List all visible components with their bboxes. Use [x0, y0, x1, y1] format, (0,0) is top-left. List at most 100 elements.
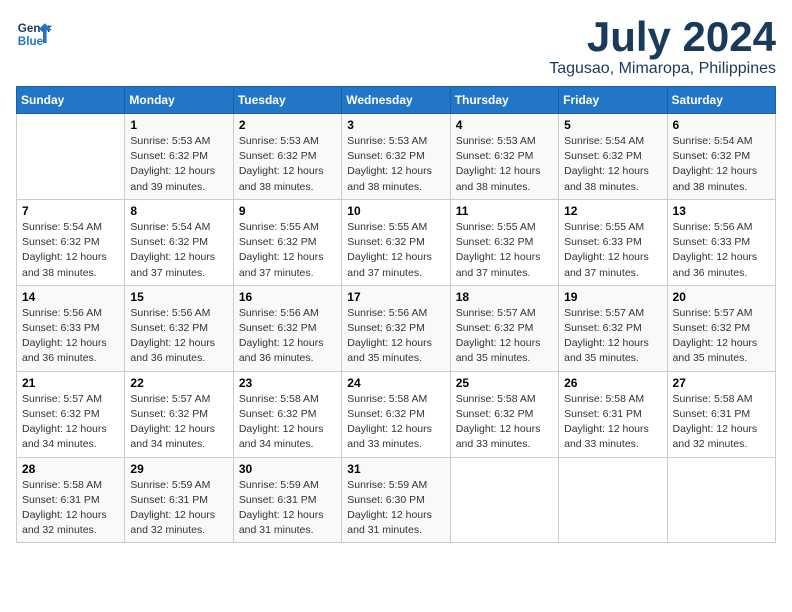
week-row-3: 14Sunrise: 5:56 AM Sunset: 6:33 PM Dayli… [17, 285, 776, 371]
calendar-cell: 9 Sunrise: 5:55 AM Sunset: 6:32 PM Daylig… [233, 199, 341, 285]
day-info: Sunrise: 5:55 AM Sunset: 6:32 PM Dayligh… [239, 220, 336, 281]
calendar-cell: 19Sunrise: 5:57 AM Sunset: 6:32 PM Dayli… [559, 285, 667, 371]
calendar-cell: 2 Sunrise: 5:53 AM Sunset: 6:32 PM Daylig… [233, 114, 341, 200]
day-number: 29 [130, 462, 227, 476]
day-number: 27 [673, 376, 770, 390]
day-number: 17 [347, 290, 444, 304]
day-info: Sunrise: 5:54 AM Sunset: 6:32 PM Dayligh… [673, 134, 770, 195]
header-wednesday: Wednesday [342, 87, 450, 114]
header-saturday: Saturday [667, 87, 775, 114]
calendar-cell: 30 Sunrise: 5:59 AM Sunset: 6:31 PM Dayli… [233, 457, 341, 543]
calendar-cell: 4Sunrise: 5:53 AM Sunset: 6:32 PM Daylig… [450, 114, 558, 200]
day-number: 8 [130, 204, 227, 218]
page-header: General Blue July 2024 Tagusao, Mimaropa… [16, 16, 776, 78]
header-tuesday: Tuesday [233, 87, 341, 114]
calendar-cell: 31 Sunrise: 5:59 AM Sunset: 6:30 PM Dayli… [342, 457, 450, 543]
calendar-cell [17, 114, 125, 200]
calendar-cell: 29 Sunrise: 5:59 AM Sunset: 6:31 PM Dayli… [125, 457, 233, 543]
day-number: 12 [564, 204, 661, 218]
day-number: 3 [347, 118, 444, 132]
calendar-cell: 18 Sunrise: 5:57 AM Sunset: 6:32 PM Dayli… [450, 285, 558, 371]
calendar-cell: 20Sunrise: 5:57 AM Sunset: 6:32 PM Dayli… [667, 285, 775, 371]
day-info: Sunrise: 5:58 AM Sunset: 6:31 PM Dayligh… [673, 392, 770, 453]
day-info: Sunrise: 5:53 AM Sunset: 6:32 PM Dayligh… [347, 134, 444, 195]
header-friday: Friday [559, 87, 667, 114]
calendar-cell: 15 Sunrise: 5:56 AM Sunset: 6:32 PM Dayli… [125, 285, 233, 371]
day-number: 19 [564, 290, 661, 304]
day-number: 31 [347, 462, 444, 476]
calendar-cell: 23Sunrise: 5:58 AM Sunset: 6:32 PM Dayli… [233, 371, 341, 457]
calendar-cell: 8 Sunrise: 5:54 AM Sunset: 6:32 PM Daylig… [125, 199, 233, 285]
calendar-cell: 22Sunrise: 5:57 AM Sunset: 6:32 PM Dayli… [125, 371, 233, 457]
header-monday: Monday [125, 87, 233, 114]
calendar-header-row: SundayMondayTuesdayWednesdayThursdayFrid… [17, 87, 776, 114]
calendar-cell: 17 Sunrise: 5:56 AM Sunset: 6:32 PM Dayli… [342, 285, 450, 371]
day-info: Sunrise: 5:54 AM Sunset: 6:32 PM Dayligh… [130, 220, 227, 281]
calendar-cell: 7 Sunrise: 5:54 AM Sunset: 6:32 PM Daylig… [17, 199, 125, 285]
calendar-cell: 25Sunrise: 5:58 AM Sunset: 6:32 PM Dayli… [450, 371, 558, 457]
calendar-cell: 3 Sunrise: 5:53 AM Sunset: 6:32 PM Daylig… [342, 114, 450, 200]
day-info: Sunrise: 5:56 AM Sunset: 6:32 PM Dayligh… [130, 306, 227, 367]
day-info: Sunrise: 5:55 AM Sunset: 6:32 PM Dayligh… [456, 220, 553, 281]
day-info: Sunrise: 5:54 AM Sunset: 6:32 PM Dayligh… [22, 220, 119, 281]
day-info: Sunrise: 5:56 AM Sunset: 6:32 PM Dayligh… [347, 306, 444, 367]
day-info: Sunrise: 5:58 AM Sunset: 6:31 PM Dayligh… [22, 478, 119, 539]
day-info: Sunrise: 5:57 AM Sunset: 6:32 PM Dayligh… [22, 392, 119, 453]
day-info: Sunrise: 5:56 AM Sunset: 6:32 PM Dayligh… [239, 306, 336, 367]
calendar-cell: 13Sunrise: 5:56 AM Sunset: 6:33 PM Dayli… [667, 199, 775, 285]
day-number: 1 [130, 118, 227, 132]
svg-text:Blue: Blue [18, 35, 44, 48]
day-number: 25 [456, 376, 553, 390]
calendar-cell: 26Sunrise: 5:58 AM Sunset: 6:31 PM Dayli… [559, 371, 667, 457]
day-info: Sunrise: 5:54 AM Sunset: 6:32 PM Dayligh… [564, 134, 661, 195]
day-info: Sunrise: 5:53 AM Sunset: 6:32 PM Dayligh… [130, 134, 227, 195]
month-title: July 2024 [549, 16, 776, 58]
week-row-1: 1 Sunrise: 5:53 AM Sunset: 6:32 PM Daylig… [17, 114, 776, 200]
day-info: Sunrise: 5:59 AM Sunset: 6:31 PM Dayligh… [130, 478, 227, 539]
day-info: Sunrise: 5:55 AM Sunset: 6:32 PM Dayligh… [347, 220, 444, 281]
calendar-cell: 28Sunrise: 5:58 AM Sunset: 6:31 PM Dayli… [17, 457, 125, 543]
calendar-cell: 14Sunrise: 5:56 AM Sunset: 6:33 PM Dayli… [17, 285, 125, 371]
day-number: 30 [239, 462, 336, 476]
day-info: Sunrise: 5:53 AM Sunset: 6:32 PM Dayligh… [239, 134, 336, 195]
day-number: 24 [347, 376, 444, 390]
calendar-cell [667, 457, 775, 543]
day-number: 26 [564, 376, 661, 390]
week-row-2: 7 Sunrise: 5:54 AM Sunset: 6:32 PM Daylig… [17, 199, 776, 285]
calendar-cell [559, 457, 667, 543]
calendar-cell: 6 Sunrise: 5:54 AM Sunset: 6:32 PM Daylig… [667, 114, 775, 200]
day-number: 21 [22, 376, 119, 390]
calendar-table: SundayMondayTuesdayWednesdayThursdayFrid… [16, 86, 776, 543]
logo-icon: General Blue [16, 16, 52, 52]
day-number: 15 [130, 290, 227, 304]
day-number: 4 [456, 118, 553, 132]
day-number: 18 [456, 290, 553, 304]
day-number: 20 [673, 290, 770, 304]
calendar-cell: 5Sunrise: 5:54 AM Sunset: 6:32 PM Daylig… [559, 114, 667, 200]
week-row-5: 28Sunrise: 5:58 AM Sunset: 6:31 PM Dayli… [17, 457, 776, 543]
day-number: 11 [456, 204, 553, 218]
day-info: Sunrise: 5:56 AM Sunset: 6:33 PM Dayligh… [673, 220, 770, 281]
day-number: 6 [673, 118, 770, 132]
calendar-cell: 27 Sunrise: 5:58 AM Sunset: 6:31 PM Dayli… [667, 371, 775, 457]
day-info: Sunrise: 5:59 AM Sunset: 6:30 PM Dayligh… [347, 478, 444, 539]
location-subtitle: Tagusao, Mimaropa, Philippines [549, 60, 776, 78]
calendar-cell: 24 Sunrise: 5:58 AM Sunset: 6:32 PM Dayli… [342, 371, 450, 457]
calendar-cell [450, 457, 558, 543]
day-info: Sunrise: 5:58 AM Sunset: 6:32 PM Dayligh… [347, 392, 444, 453]
day-info: Sunrise: 5:55 AM Sunset: 6:33 PM Dayligh… [564, 220, 661, 281]
calendar-cell: 1 Sunrise: 5:53 AM Sunset: 6:32 PM Daylig… [125, 114, 233, 200]
day-info: Sunrise: 5:59 AM Sunset: 6:31 PM Dayligh… [239, 478, 336, 539]
calendar-cell: 16 Sunrise: 5:56 AM Sunset: 6:32 PM Dayli… [233, 285, 341, 371]
calendar-cell: 11 Sunrise: 5:55 AM Sunset: 6:32 PM Dayli… [450, 199, 558, 285]
calendar-cell: 10Sunrise: 5:55 AM Sunset: 6:32 PM Dayli… [342, 199, 450, 285]
day-info: Sunrise: 5:57 AM Sunset: 6:32 PM Dayligh… [456, 306, 553, 367]
day-info: Sunrise: 5:58 AM Sunset: 6:32 PM Dayligh… [239, 392, 336, 453]
calendar-cell: 12 Sunrise: 5:55 AM Sunset: 6:33 PM Dayli… [559, 199, 667, 285]
day-number: 2 [239, 118, 336, 132]
day-number: 7 [22, 204, 119, 218]
day-number: 9 [239, 204, 336, 218]
header-thursday: Thursday [450, 87, 558, 114]
day-number: 16 [239, 290, 336, 304]
logo: General Blue [16, 16, 52, 52]
